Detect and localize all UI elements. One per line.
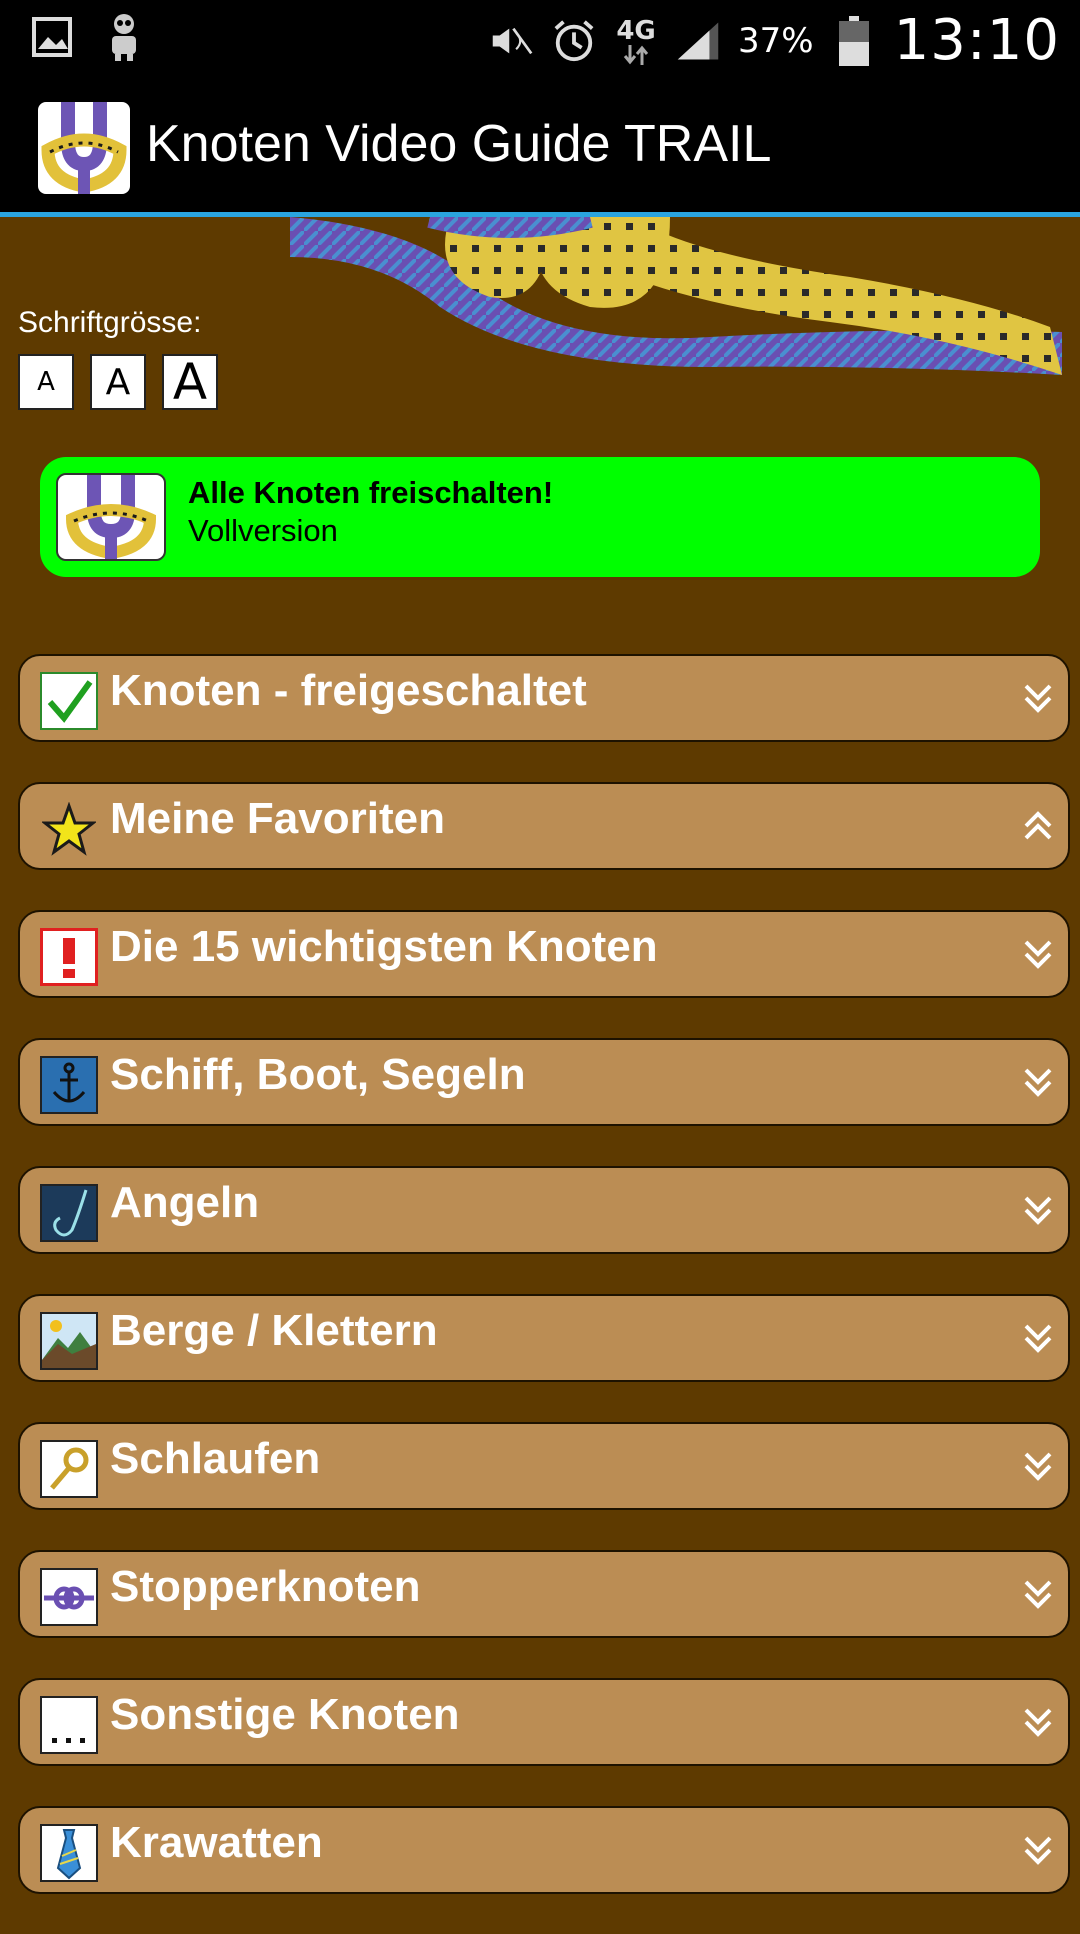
chevron-down-icon [1016, 1828, 1060, 1872]
chevron-down-icon [1016, 1316, 1060, 1360]
mountain-icon [40, 1312, 98, 1370]
chevron-down-icon [1016, 1060, 1060, 1104]
battery-percent: 37% [738, 20, 814, 61]
promo-title: Alle Knoten freischalten! [188, 475, 554, 510]
anchor-icon [40, 1056, 98, 1114]
checkmark-icon [40, 672, 98, 730]
clock: 13:10 [893, 8, 1060, 73]
star-icon [40, 800, 98, 858]
category-stopper-knots[interactable]: Stopperknoten [18, 1550, 1070, 1638]
knot-logo-icon [56, 473, 166, 561]
font-medium-button[interactable]: A [90, 354, 146, 410]
4g-icon: 4G [614, 16, 658, 66]
chevron-down-icon [1016, 1572, 1060, 1616]
category-top-15[interactable]: Die 15 wichtigsten Knoten [18, 910, 1070, 998]
app-title: Knoten Video Guide TRAIL [146, 115, 772, 173]
category-label: Krawatten [110, 1818, 323, 1867]
category-label: Die 15 wichtigsten Knoten [110, 922, 658, 971]
ellipsis-icon [40, 1696, 98, 1754]
status-bar: 4G 37% 13:10 [0, 0, 1080, 76]
chevron-down-icon [1016, 1700, 1060, 1744]
fishhook-icon [40, 1184, 98, 1242]
stopper-knot-icon [40, 1568, 98, 1626]
hero-knot-image [290, 217, 1062, 375]
knot-logo-icon[interactable] [38, 102, 130, 194]
category-boating[interactable]: Schiff, Boot, Segeln [18, 1038, 1070, 1126]
font-large-button[interactable]: A [162, 353, 218, 411]
category-label: Berge / Klettern [110, 1306, 438, 1355]
robot-icon [102, 12, 146, 62]
category-label: Schlaufen [110, 1434, 321, 1483]
alarm-icon [552, 16, 596, 66]
category-climbing[interactable]: Berge / Klettern [18, 1294, 1070, 1382]
category-label: Knoten - freigeschaltet [110, 666, 587, 715]
category-unlocked-knots[interactable]: Knoten - freigeschaltet [18, 654, 1070, 742]
chevron-down-icon [1016, 1444, 1060, 1488]
exclamation-icon [40, 928, 98, 986]
category-label: Angeln [110, 1178, 260, 1227]
category-ties[interactable]: Krawatten [18, 1806, 1070, 1894]
unlock-full-version-banner[interactable]: Alle Knoten freischalten! Vollversion [40, 457, 1040, 577]
chevron-up-icon [1016, 804, 1060, 848]
chevron-down-icon [1016, 932, 1060, 976]
battery-icon [832, 15, 876, 66]
category-list: Knoten - freigeschaltet Meine Favoriten … [18, 654, 1070, 1934]
mute-icon [490, 16, 534, 66]
tie-icon [40, 1824, 98, 1882]
category-label: Sonstige Knoten [110, 1690, 460, 1739]
gallery-icon [30, 12, 74, 62]
category-label: Schiff, Boot, Segeln [110, 1050, 526, 1099]
category-loops[interactable]: Schlaufen [18, 1422, 1070, 1510]
chevron-down-icon [1016, 676, 1060, 720]
signal-icon [676, 16, 720, 66]
loop-icon [40, 1440, 98, 1498]
app-bar: Knoten Video Guide TRAIL [0, 76, 1080, 217]
promo-subtitle: Vollversion [188, 513, 338, 548]
category-fishing[interactable]: Angeln [18, 1166, 1070, 1254]
category-label: Meine Favoriten [110, 794, 445, 843]
font-size-label: Schriftgrösse: [18, 306, 202, 339]
category-other-knots[interactable]: Sonstige Knoten [18, 1678, 1070, 1766]
font-small-button[interactable]: A [18, 354, 74, 410]
font-size-buttons: A A A [18, 353, 218, 411]
category-favorites[interactable]: Meine Favoriten [18, 782, 1070, 870]
category-label: Stopperknoten [110, 1562, 421, 1611]
chevron-down-icon [1016, 1188, 1060, 1232]
